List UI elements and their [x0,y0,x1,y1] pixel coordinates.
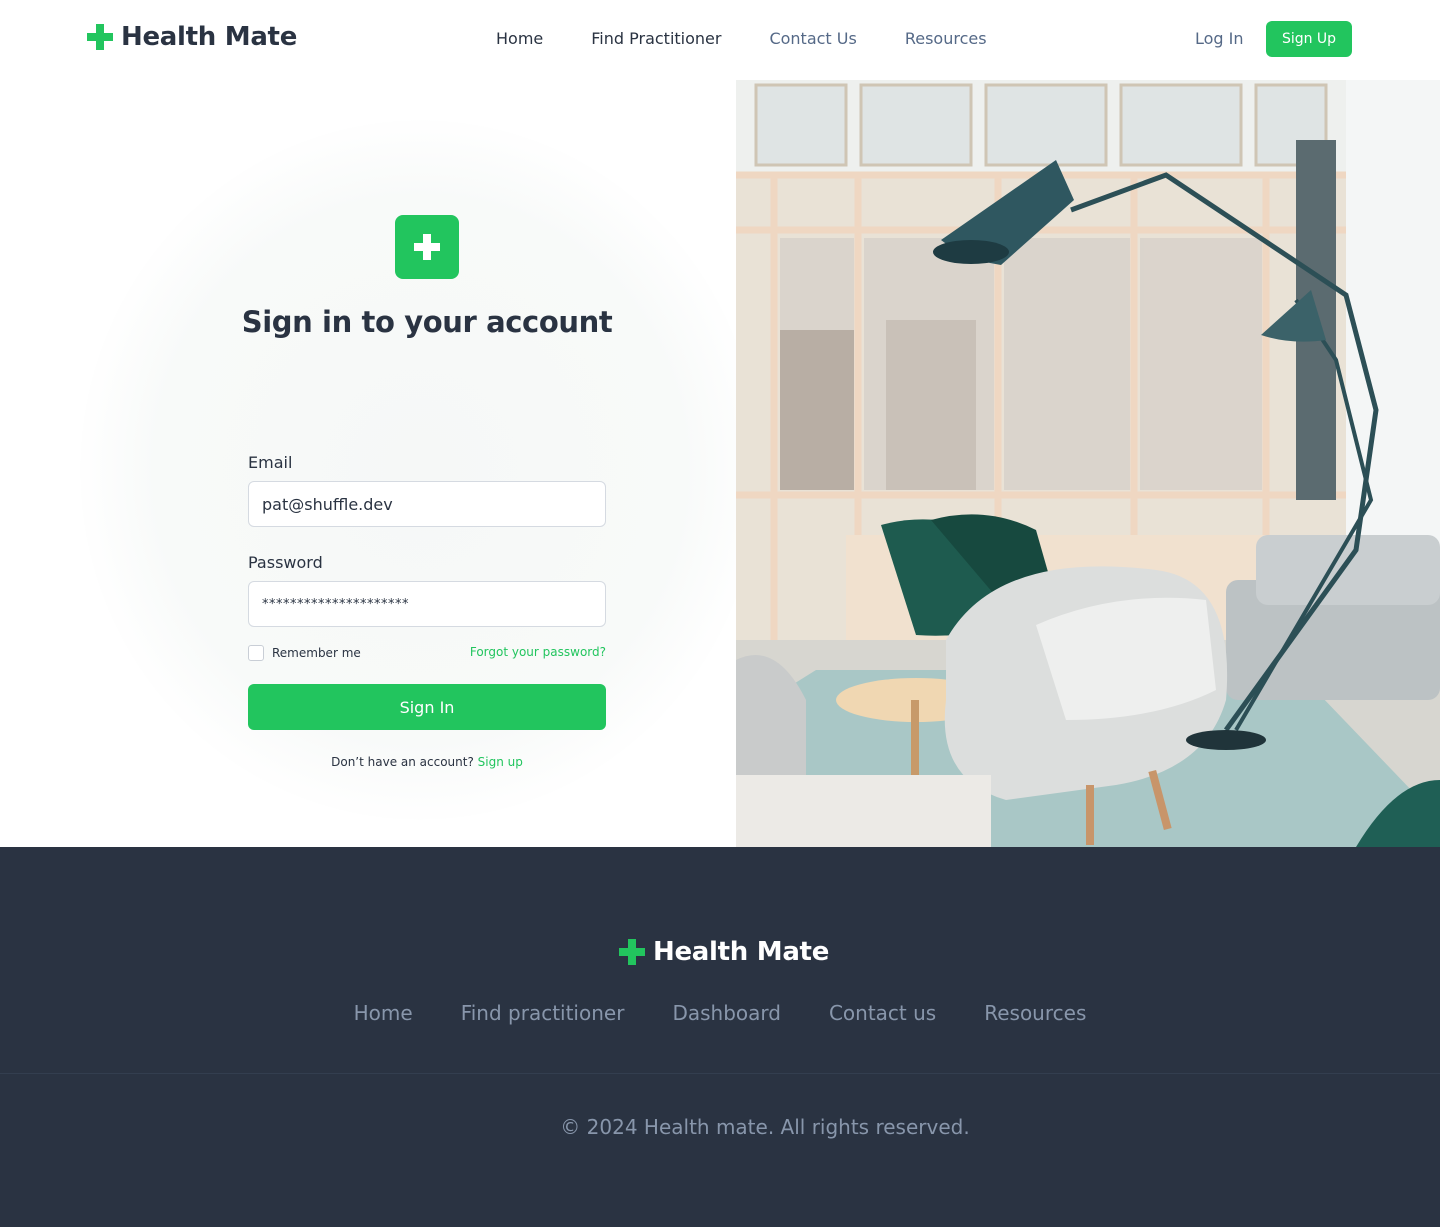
plus-cross-icon [619,939,645,965]
no-account-text: Don’t have an account? Sign up [248,755,606,769]
footer-brand-name: Health Mate [653,937,830,967]
footer-divider [0,1073,1440,1074]
brand-name: Health Mate [121,22,298,52]
page-title: Sign in to your account [241,305,613,339]
lounge-photo [736,80,1440,847]
nav-item-contact-us[interactable]: Contact Us [769,29,856,48]
password-label: Password [248,553,323,572]
plus-cross-icon [87,24,113,50]
signin-section: Sign in to your account Email Password R… [0,80,736,847]
main-nav: Home Find Practitioner Contact Us Resour… [496,29,1035,48]
signup-link[interactable]: Sign up [478,755,523,769]
login-link[interactable]: Log In [1195,29,1244,48]
password-field[interactable] [248,581,606,627]
footer-nav: Home Find practitioner Dashboard Contact… [0,1001,1440,1025]
no-account-prompt: Don’t have an account? [331,755,474,769]
nav-item-resources[interactable]: Resources [905,29,987,48]
email-field[interactable] [248,481,606,527]
brand-logo[interactable]: Health Mate [87,22,297,52]
footer-brand-logo[interactable]: Health Mate [619,937,829,967]
copyright-text: © 2024 Health mate. All rights reserved. [560,1115,970,1139]
forgot-password-link[interactable]: Forgot your password? [470,645,606,659]
site-footer: Health Mate Home Find practitioner Dashb… [0,847,1440,1227]
remember-me-checkbox[interactable] [248,645,264,661]
footer-nav-dashboard[interactable]: Dashboard [672,1001,781,1025]
footer-nav-find-practitioner[interactable]: Find practitioner [461,1001,625,1025]
footer-nav-resources[interactable]: Resources [984,1001,1086,1025]
footer-nav-contact-us[interactable]: Contact us [829,1001,936,1025]
email-label: Email [248,453,293,472]
nav-item-home[interactable]: Home [496,29,543,48]
remember-me-label: Remember me [272,646,361,660]
nav-item-find-practitioner[interactable]: Find Practitioner [591,29,721,48]
remember-me[interactable]: Remember me [248,645,361,661]
footer-nav-home[interactable]: Home [354,1001,413,1025]
plus-cross-icon [395,215,459,279]
lounge-illustration [736,80,1440,847]
site-header: Health Mate Home Find Practitioner Conta… [0,0,1440,80]
signup-button[interactable]: Sign Up [1266,21,1352,57]
sign-in-button[interactable]: Sign In [248,684,606,730]
